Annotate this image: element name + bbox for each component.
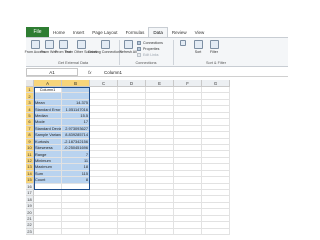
- cell-a[interactable]: [34, 228, 62, 236]
- column-header[interactable]: E: [146, 80, 174, 87]
- column-header[interactable]: G: [202, 80, 230, 87]
- ribbon-data: From Access From Web From Text From Othe…: [25, 37, 288, 67]
- connections-small-icon: [137, 41, 141, 45]
- select-all-button[interactable]: [26, 80, 34, 87]
- group-get-external-data-label: Get External Data: [57, 61, 89, 65]
- name-box[interactable]: A1: [26, 68, 78, 76]
- formula-bar: A1 fx Column1: [26, 68, 288, 77]
- column-header[interactable]: B: [62, 80, 90, 87]
- tab-home[interactable]: Home: [49, 27, 69, 37]
- cell-b[interactable]: [62, 228, 90, 236]
- sort-az-icon: [180, 40, 186, 46]
- refresh-all-button[interactable]: Refresh All: [119, 40, 137, 54]
- tab-page-layout[interactable]: Page Layout: [88, 27, 121, 37]
- tab-formulas[interactable]: Formulas: [122, 27, 149, 37]
- database-icon: [30, 40, 40, 49]
- sort-label: Sort: [194, 50, 202, 54]
- insert-function-icon[interactable]: fx: [88, 68, 92, 76]
- existing-connections-label: Existing Connections: [88, 50, 122, 54]
- cell-d[interactable]: [118, 228, 146, 236]
- group-separator: [173, 40, 174, 65]
- from-web-button[interactable]: From Web: [41, 40, 57, 54]
- column-header[interactable]: A: [34, 80, 62, 87]
- ribbon-tab-bar: File Home Insert Page Layout Formulas Da…: [26, 27, 256, 37]
- group-sort-filter-label: Sort & Filter: [205, 61, 227, 65]
- column-header[interactable]: C: [90, 80, 118, 87]
- cell-e[interactable]: [146, 228, 174, 236]
- sort-icon: [193, 40, 203, 49]
- tab-review[interactable]: Review: [168, 27, 191, 37]
- grid-rows: 1 Column1 2 3 Mean 14.375 4 Standard Error 1.051…: [26, 87, 288, 236]
- filter-label: Filter: [210, 50, 218, 54]
- refresh-icon: [123, 40, 133, 49]
- edit-links-icon: [137, 53, 141, 57]
- refresh-all-label: Refresh All: [119, 50, 137, 54]
- tab-insert[interactable]: Insert: [69, 27, 88, 37]
- properties-label: Properties: [143, 47, 160, 51]
- tab-data[interactable]: Data: [148, 27, 168, 37]
- tab-file[interactable]: File: [26, 27, 49, 37]
- table-row: 23: [26, 228, 288, 236]
- connections-icon: [100, 40, 110, 49]
- connections-button[interactable]: Connections: [137, 41, 163, 45]
- cell-f[interactable]: [174, 228, 202, 236]
- worksheet-grid: A B C D E F G 1 Column1 2 3 Mean 14.375 4 Stand…: [26, 80, 288, 236]
- column-header[interactable]: F: [174, 80, 202, 87]
- filter-button[interactable]: Filter: [207, 40, 221, 54]
- edit-links-button[interactable]: Edit Links: [137, 53, 159, 57]
- properties-icon: [137, 47, 141, 51]
- existing-connections-button[interactable]: Existing Connections: [88, 40, 122, 54]
- properties-button[interactable]: Properties: [137, 47, 159, 51]
- other-sources-icon: [76, 40, 86, 49]
- sort-button[interactable]: Sort: [191, 40, 205, 54]
- column-header[interactable]: D: [118, 80, 146, 87]
- row-header[interactable]: 23: [26, 228, 34, 236]
- group-connections-label: Connections: [135, 61, 157, 65]
- cell-c[interactable]: [90, 228, 118, 236]
- tab-view[interactable]: View: [191, 27, 209, 37]
- globe-icon: [44, 40, 54, 49]
- edit-links-label: Edit Links: [143, 53, 159, 57]
- formula-input[interactable]: Column1: [104, 68, 122, 76]
- filter-icon: [209, 40, 219, 49]
- cell-g[interactable]: [202, 228, 230, 236]
- sort-az-button[interactable]: [178, 40, 188, 46]
- text-file-icon: [58, 40, 68, 49]
- connections-label: Connections: [143, 41, 163, 45]
- column-header-row: A B C D E F G: [26, 80, 288, 87]
